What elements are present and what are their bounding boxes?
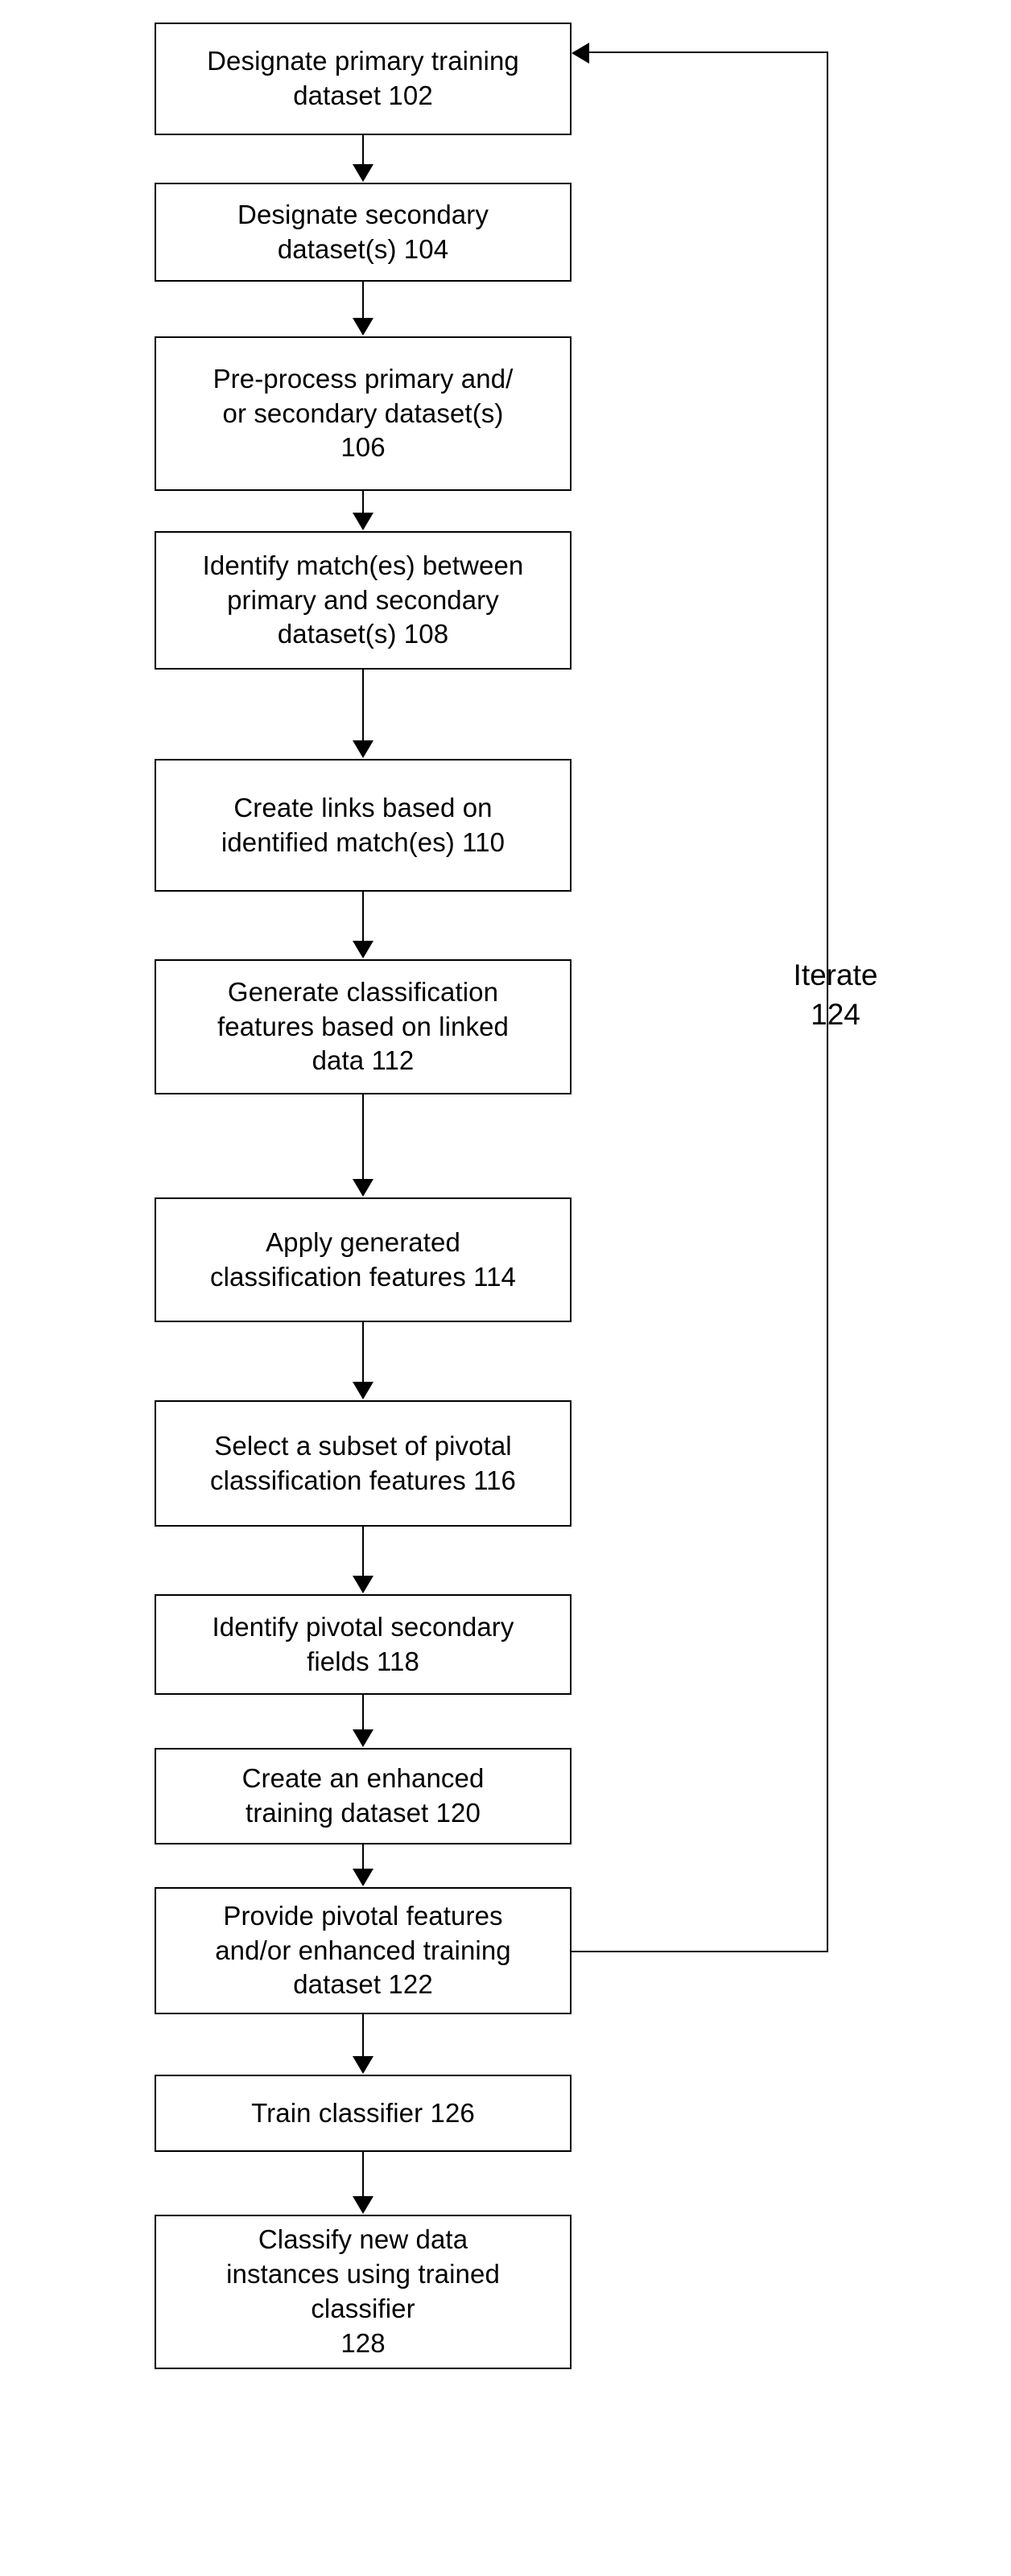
- process-node-122-label: Provide pivotal features and/or enhanced…: [215, 1900, 511, 2000]
- arrowhead-118-to-120: [353, 1729, 373, 1747]
- process-node-116-label: Select a subset of pivotal classificatio…: [210, 1430, 516, 1495]
- arrowhead-feedback-to-102: [572, 43, 589, 64]
- process-node-126-label: Train classifier 126: [251, 2097, 475, 2128]
- connector-112-to-114: [362, 1094, 364, 1180]
- connector-118-to-120: [362, 1695, 364, 1730]
- connector-102-to-104: [362, 135, 364, 166]
- process-node-122[interactable]: Provide pivotal features and/or enhanced…: [155, 1887, 572, 2014]
- process-node-106[interactable]: Pre-process primary and/ or secondary da…: [155, 336, 572, 491]
- connector-126-to-128: [362, 2152, 364, 2197]
- arrowhead-122-to-126: [353, 2056, 373, 2074]
- process-node-114-label: Apply generated classification features …: [210, 1226, 516, 1292]
- connector-116-to-118: [362, 1527, 364, 1577]
- process-node-120-label: Create an enhanced training dataset 120: [241, 1763, 485, 1828]
- process-node-104-label: Designate secondary dataset(s) 104: [237, 199, 489, 264]
- process-node-118-label: Identify pivotal secondary fields 118: [212, 1611, 514, 1676]
- process-node-120[interactable]: Create an enhanced training dataset 120: [155, 1748, 572, 1844]
- arrowhead-110-to-112: [353, 941, 373, 958]
- process-node-112-label: Generate classification features based o…: [217, 976, 509, 1076]
- process-node-110[interactable]: Create links based on identified match(e…: [155, 759, 572, 892]
- connector-114-to-116: [362, 1322, 364, 1383]
- iterate-loop-label: Iterate 124: [793, 958, 878, 1031]
- arrowhead-106-to-108: [353, 513, 373, 530]
- process-node-114[interactable]: Apply generated classification features …: [155, 1197, 572, 1322]
- process-node-108-label: Identify match(es) between primary and s…: [202, 550, 524, 649]
- process-node-102-label: Designate primary training dataset 102: [207, 46, 519, 110]
- feedback-line-top-horizontal: [588, 52, 828, 53]
- arrowhead-114-to-116: [353, 1382, 373, 1399]
- arrowhead-108-to-110: [353, 740, 373, 758]
- process-node-118[interactable]: Identify pivotal secondary fields 118: [155, 1594, 572, 1695]
- connector-106-to-108: [362, 491, 364, 513]
- arrowhead-120-to-122: [353, 1869, 373, 1886]
- connector-104-to-106: [362, 282, 364, 319]
- connector-110-to-112: [362, 892, 364, 942]
- connector-122-to-126: [362, 2014, 364, 2058]
- process-node-106-label: Pre-process primary and/ or secondary da…: [213, 363, 514, 463]
- arrowhead-102-to-104: [353, 164, 373, 182]
- connector-120-to-122: [362, 1844, 364, 1870]
- process-node-104[interactable]: Designate secondary dataset(s) 104: [155, 183, 572, 282]
- arrowhead-112-to-114: [353, 1179, 373, 1197]
- feedback-line-bottom-horizontal: [572, 1951, 828, 1952]
- process-node-128-label: Classify new data instances using traine…: [226, 2224, 500, 2358]
- process-node-102[interactable]: Designate primary training dataset 102: [155, 23, 572, 135]
- arrowhead-126-to-128: [353, 2196, 373, 2214]
- process-node-110-label: Create links based on identified match(e…: [221, 792, 506, 857]
- process-node-108[interactable]: Identify match(es) between primary and s…: [155, 531, 572, 670]
- process-node-128[interactable]: Classify new data instances using traine…: [155, 2215, 572, 2369]
- arrowhead-116-to-118: [353, 1576, 373, 1593]
- connector-108-to-110: [362, 670, 364, 741]
- flowchart-canvas: Designate primary training dataset 102 D…: [0, 0, 1011, 2576]
- arrowhead-104-to-106: [353, 318, 373, 336]
- process-node-112[interactable]: Generate classification features based o…: [155, 959, 572, 1094]
- process-node-116[interactable]: Select a subset of pivotal classificatio…: [155, 1400, 572, 1527]
- process-node-126[interactable]: Train classifier 126: [155, 2075, 572, 2152]
